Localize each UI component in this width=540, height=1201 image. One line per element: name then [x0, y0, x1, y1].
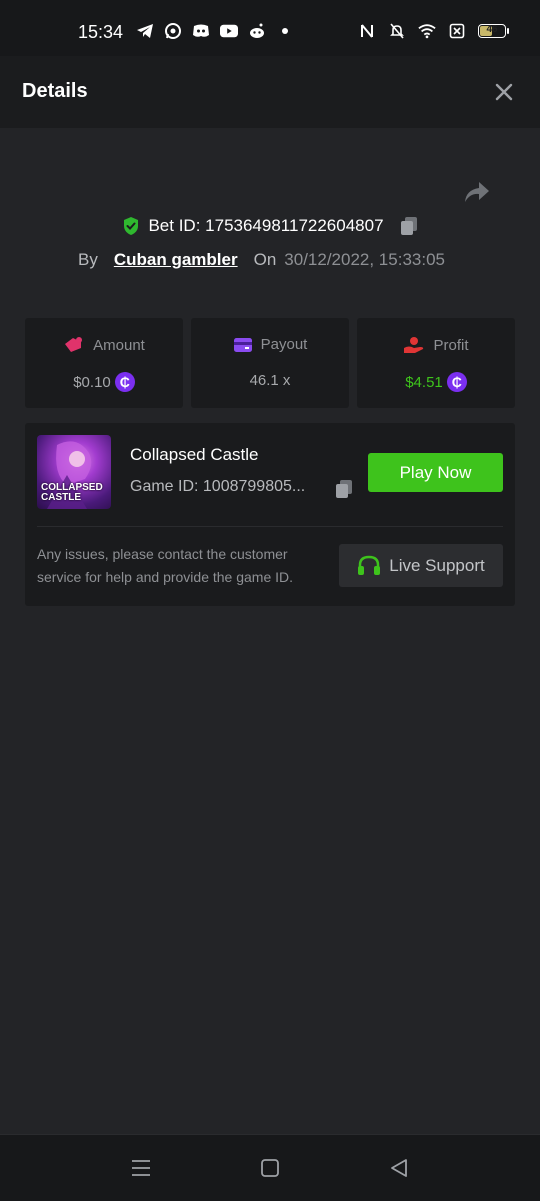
by-label: By — [78, 250, 98, 269]
system-icons: 46 — [358, 23, 509, 39]
battery-level: 46 — [486, 24, 498, 35]
coin-icon: ₵ — [446, 372, 467, 392]
game-id: Game ID: 1008799805... — [130, 478, 306, 495]
game-thumbnail-title: COLLAPSED CASTLE — [41, 482, 103, 503]
discord-icon — [192, 23, 210, 39]
notification-icons — [136, 23, 294, 39]
live-support-button[interactable]: Live Support — [339, 544, 503, 587]
nfc-icon — [358, 23, 376, 39]
home-button[interactable] — [259, 1157, 281, 1179]
profit-label: Profit — [433, 336, 469, 354]
bet-date: 30/12/2022, 15:33:05 — [284, 250, 445, 269]
profit-icon — [404, 337, 424, 353]
payout-label: Payout — [260, 336, 308, 353]
game-card: COLLAPSED CASTLE Collapsed Castle Game I… — [25, 423, 515, 606]
copy-icon — [400, 217, 417, 235]
copy-icon — [336, 480, 352, 498]
share-button[interactable] — [463, 180, 491, 204]
status-time: 15:34 — [78, 22, 124, 42]
amount-value: $0.10 — [73, 373, 111, 391]
divider — [37, 526, 503, 527]
amount-card: Amount $0.10 ₵ — [25, 318, 183, 408]
whatsapp-icon — [164, 23, 182, 39]
game-thumbnail[interactable]: COLLAPSED CASTLE — [37, 435, 111, 509]
reddit-icon — [248, 23, 266, 39]
dot-icon — [276, 23, 294, 39]
game-name: Collapsed Castle — [130, 445, 259, 464]
battery-icon: 46 — [478, 24, 509, 38]
youtube-icon — [220, 23, 238, 39]
amount-icon — [65, 337, 83, 352]
payout-value: 46.1 x — [249, 372, 291, 389]
status-bar: 15:34 46 — [0, 0, 540, 56]
back-triangle-icon — [391, 1159, 407, 1177]
wifi-icon — [418, 23, 436, 39]
copy-bet-id-button[interactable] — [400, 216, 418, 236]
coin-icon: ₵ — [114, 372, 135, 392]
page-title: Details — [22, 80, 88, 102]
close-button[interactable] — [494, 82, 514, 102]
shield-check-icon — [124, 217, 139, 235]
bet-id: Bet ID: 1753649811722604807 — [148, 216, 384, 235]
close-icon — [495, 83, 513, 101]
amount-label: Amount — [93, 336, 145, 354]
payout-card: Payout 46.1 x — [191, 318, 349, 408]
live-support-label: Live Support — [389, 555, 485, 575]
system-nav-bar — [0, 1134, 540, 1201]
home-square-icon — [261, 1159, 279, 1177]
page-header: Details — [0, 56, 540, 128]
sim-off-icon — [448, 23, 466, 39]
menu-icon — [132, 1160, 150, 1176]
recents-button[interactable] — [130, 1157, 152, 1179]
support-help-text: Any issues, please contact the customer … — [37, 546, 294, 585]
share-icon — [465, 182, 489, 202]
headset-icon — [358, 555, 381, 575]
wallet-icon — [233, 337, 252, 352]
play-now-button[interactable]: Play Now — [368, 453, 503, 492]
on-label: On — [253, 250, 277, 269]
profit-card: Profit $4.51 ₵ — [357, 318, 515, 408]
back-button[interactable] — [388, 1157, 410, 1179]
bet-id-row: Bet ID: 1753649811722604807 — [0, 216, 540, 236]
bet-meta-row: By Cuban gambler On 30/12/2022, 15:33:05 — [78, 250, 445, 270]
user-link[interactable]: Cuban gambler — [114, 250, 238, 270]
bell-muted-icon — [388, 23, 406, 39]
profit-value: $4.51 — [405, 373, 443, 391]
copy-game-id-button[interactable] — [335, 479, 353, 504]
telegram-icon — [136, 23, 154, 39]
